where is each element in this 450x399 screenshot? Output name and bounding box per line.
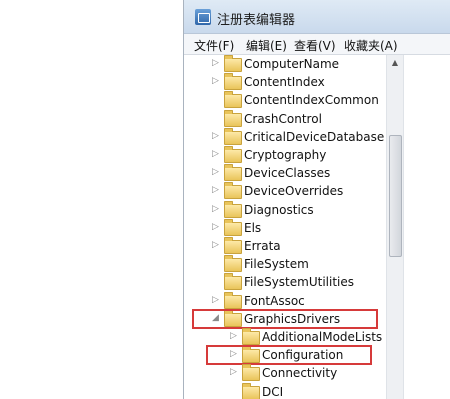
tree-item-label: ComputerName <box>244 57 340 71</box>
tree-item-label: CriticalDeviceDatabase <box>244 129 385 144</box>
tree-item-label: Errata <box>244 239 281 253</box>
tree-item-label: CrashControl <box>244 111 322 126</box>
expand-arrow-icon[interactable]: ▷ <box>212 149 219 159</box>
tree-item[interactable]: ▷ Els <box>184 218 386 237</box>
folder-icon <box>242 382 260 399</box>
tree-item-label: AdditionalModeLists <box>262 330 383 344</box>
tree-item[interactable]: ▷ FontAssoc <box>184 291 386 310</box>
folder-icon <box>224 291 242 309</box>
tree-item[interactable]: ▷ DeviceOverrides <box>184 182 386 200</box>
folder-icon <box>224 255 242 273</box>
folder-icon <box>224 200 242 218</box>
tree-item[interactable]: ▷ ContentIndex <box>184 73 386 91</box>
tree-item-label: Cryptography <box>244 148 327 162</box>
regedit-icon <box>195 9 211 25</box>
window-title: 注册表编辑器 <box>217 13 296 28</box>
expand-arrow-icon[interactable]: ▷ <box>212 222 219 232</box>
menu-view[interactable]: 查看(V) <box>294 37 336 54</box>
folder-icon <box>242 328 260 345</box>
expand-arrow-icon[interactable]: ▷ <box>212 240 219 250</box>
tree-item-label: ContentIndex <box>244 75 325 90</box>
folder-icon <box>242 346 260 364</box>
folder-icon <box>224 91 242 109</box>
tree-item-label: Connectivity <box>262 366 338 381</box>
tree-item[interactable]: ▷ DeviceClasses <box>184 164 386 182</box>
tree-item-label: Configuration <box>262 348 344 363</box>
tree-item[interactable]: ◢ GraphicsDrivers <box>184 309 386 328</box>
tree-item-label: FileSystem <box>244 257 309 272</box>
expand-arrow-icon[interactable]: ▷ <box>212 58 219 68</box>
tree-item-label: Els <box>244 220 262 235</box>
expand-arrow-icon[interactable]: ▷ <box>230 331 237 341</box>
expand-arrow-icon[interactable]: ▷ <box>212 295 219 305</box>
tree-scrollbar[interactable]: ▲ <box>386 55 403 399</box>
folder-icon <box>242 364 260 382</box>
values-pane[interactable] <box>403 55 450 399</box>
folder-icon <box>224 55 242 72</box>
expand-arrow-icon[interactable]: ▷ <box>212 185 219 195</box>
folder-icon <box>224 73 242 91</box>
tree-item[interactable]: FileSystem <box>184 255 386 273</box>
menu-file[interactable]: 文件(F) <box>194 37 234 54</box>
folder-icon <box>224 237 242 254</box>
title-bar[interactable]: 注册表编辑器 <box>184 0 450 34</box>
tree-item-label: GraphicsDrivers <box>244 311 341 326</box>
tree-item[interactable]: ▷ Connectivity <box>184 364 386 382</box>
tree-item[interactable]: ▷ ComputerName <box>184 55 386 73</box>
menu-edit[interactable]: 编辑(E) <box>246 37 287 54</box>
folder-icon <box>224 109 242 127</box>
tree-item[interactable]: ContentIndexCommon <box>184 91 386 109</box>
folder-icon <box>224 146 242 163</box>
tree-item-label: FontAssoc <box>244 293 305 308</box>
folder-icon <box>224 218 242 236</box>
scroll-thumb[interactable] <box>389 135 402 257</box>
tree-item[interactable]: FileSystemUtilities <box>184 273 386 291</box>
expand-arrow-icon[interactable]: ▷ <box>230 367 237 377</box>
tree-item[interactable]: ▷ Configuration <box>184 346 386 364</box>
tree-item-label: DeviceOverrides <box>244 184 344 199</box>
menu-bar: 文件(F) 编辑(E) 查看(V) 收藏夹(A) <box>184 34 450 55</box>
folder-icon <box>224 164 242 182</box>
tree-item-label: DeviceClasses <box>244 166 331 181</box>
folder-icon <box>224 182 242 200</box>
expand-arrow-icon[interactable]: ▷ <box>212 167 219 177</box>
tree-item-label: DCI <box>262 384 284 399</box>
tree-item[interactable]: DCI <box>184 382 386 399</box>
expand-arrow-icon[interactable]: ▷ <box>212 76 219 86</box>
tree-item-label: ContentIndexCommon <box>244 93 379 108</box>
registry-tree[interactable]: ▷ ComputerName ▷ ContentIndex ContentIndexCo… <box>184 55 386 399</box>
tree-item[interactable]: ▷ Cryptography <box>184 146 386 164</box>
scroll-up-arrow-icon[interactable]: ▲ <box>387 55 403 71</box>
tree-item-label: Diagnostics <box>244 202 314 217</box>
folder-icon <box>224 127 242 145</box>
expand-arrow-icon[interactable]: ▷ <box>230 349 237 359</box>
tree-item-label: FileSystemUtilities <box>244 275 354 290</box>
registry-editor-window: 注册表编辑器 文件(F) 编辑(E) 查看(V) 收藏夹(A) ▷ Compute… <box>183 0 450 399</box>
tree-item[interactable]: ▷ Errata <box>184 237 386 255</box>
menu-favorites[interactable]: 收藏夹(A) <box>344 37 398 54</box>
tree-item[interactable]: ▷ Diagnostics <box>184 200 386 219</box>
tree-item[interactable]: ▷ AdditionalModeLists <box>184 328 386 346</box>
expand-arrow-icon[interactable]: ▷ <box>212 204 219 214</box>
expand-arrow-icon[interactable]: ▷ <box>212 131 219 141</box>
folder-icon <box>224 273 242 291</box>
expanded-arrow-icon[interactable]: ◢ <box>212 313 219 323</box>
folder-icon <box>224 309 242 327</box>
tree-item[interactable]: ▷ CriticalDeviceDatabase <box>184 127 386 146</box>
tree-item[interactable]: CrashControl <box>184 109 386 128</box>
